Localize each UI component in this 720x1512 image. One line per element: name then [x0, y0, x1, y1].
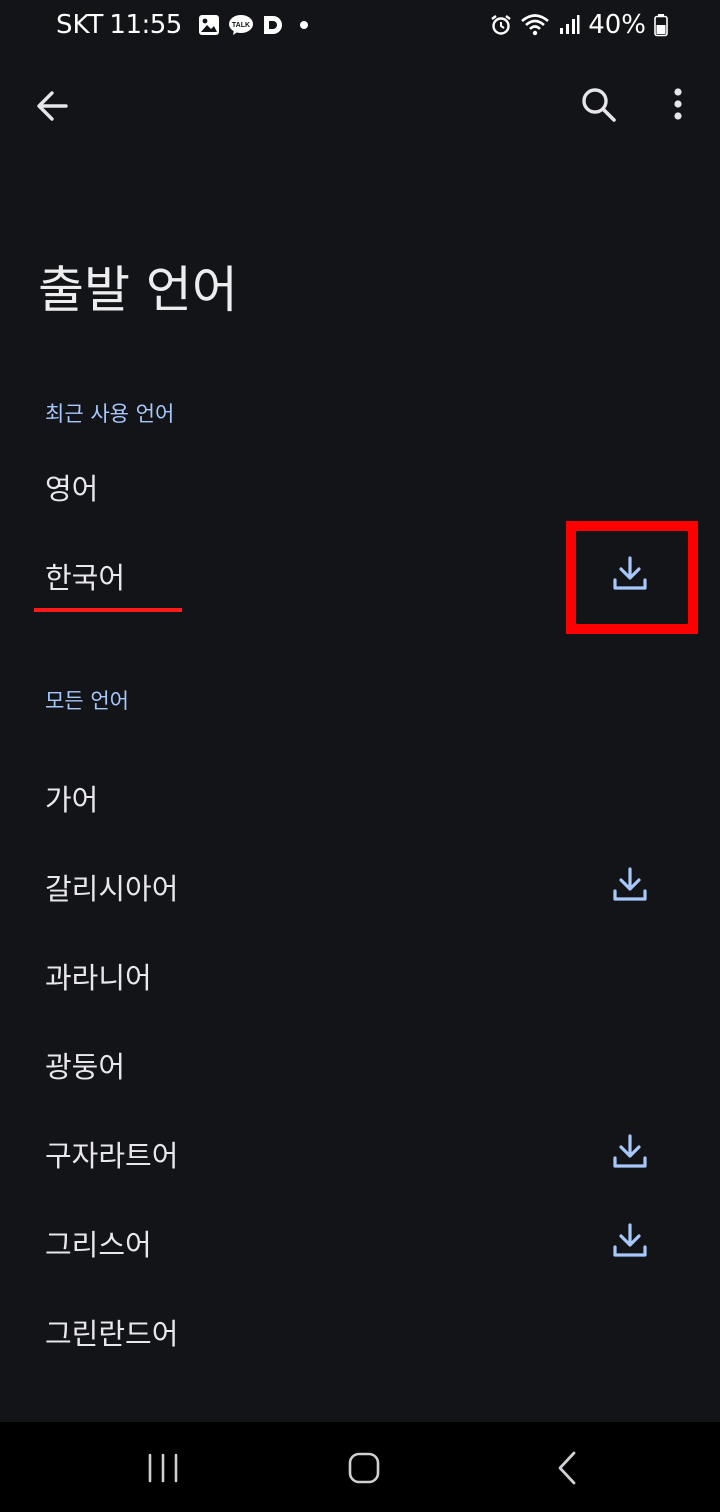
red-underline-annotation [34, 608, 182, 612]
list-item-cantonese[interactable]: 광둥어 [0, 1018, 720, 1107]
download-icon[interactable] [609, 1220, 651, 1262]
d-app-icon [263, 16, 282, 34]
back-arrow-icon[interactable] [28, 84, 78, 128]
svg-text:TALK: TALK [232, 22, 250, 29]
status-bar: SKT 11:55 TALK 40% [0, 0, 720, 52]
section-label-all: 모든 언어 [45, 689, 129, 713]
list-item-label: 갈리시아어 [45, 872, 179, 906]
list-item-guarani[interactable]: 과라니어 [0, 929, 720, 1018]
gallery-icon [198, 15, 219, 35]
signal-icon [560, 15, 580, 34]
list-item-label: 그린란드어 [45, 1317, 179, 1351]
nav-back-icon[interactable] [550, 1448, 584, 1488]
list-item-label: 구자라트어 [45, 1139, 179, 1173]
list-item-label: 가어 [45, 783, 99, 817]
list-item-label: 그리스어 [45, 1228, 152, 1262]
system-nav-bar [0, 1422, 720, 1512]
section-label-recent: 최근 사용 언어 [45, 402, 175, 426]
page-title: 출발 언어 [38, 261, 238, 319]
more-vert-icon[interactable] [660, 80, 696, 130]
wifi-icon [521, 14, 550, 36]
clock: 11:55 [109, 10, 182, 40]
list-item-english[interactable]: 영어 [0, 440, 720, 529]
list-item-greek[interactable]: 그리스어 [0, 1196, 720, 1285]
list-item-label: 광둥어 [45, 1050, 126, 1084]
list-item-label: 한국어 [45, 561, 126, 595]
list-item-ga[interactable]: 가어 [0, 751, 720, 840]
search-icon[interactable] [574, 80, 624, 130]
list-item-galician[interactable]: 갈리시아어 [0, 840, 720, 929]
list-item-label: 과라니어 [45, 961, 152, 995]
red-highlight-box-annotation [566, 521, 698, 634]
battery-icon [654, 14, 668, 37]
app-bar [0, 70, 720, 140]
notification-dot-icon [299, 21, 308, 29]
download-icon[interactable] [609, 864, 651, 906]
home-icon[interactable] [344, 1448, 384, 1488]
list-item-label: 영어 [45, 472, 99, 506]
kakaotalk-icon: TALK [228, 15, 253, 35]
list-item-greenlandic[interactable]: 그린란드어 [0, 1285, 720, 1374]
battery-percent: 40% [588, 10, 646, 40]
alarm-icon [491, 15, 511, 35]
carrier-label: SKT [56, 10, 104, 40]
recents-icon[interactable] [140, 1452, 186, 1484]
list-item-gujarati[interactable]: 구자라트어 [0, 1107, 720, 1196]
download-icon[interactable] [609, 1131, 651, 1173]
